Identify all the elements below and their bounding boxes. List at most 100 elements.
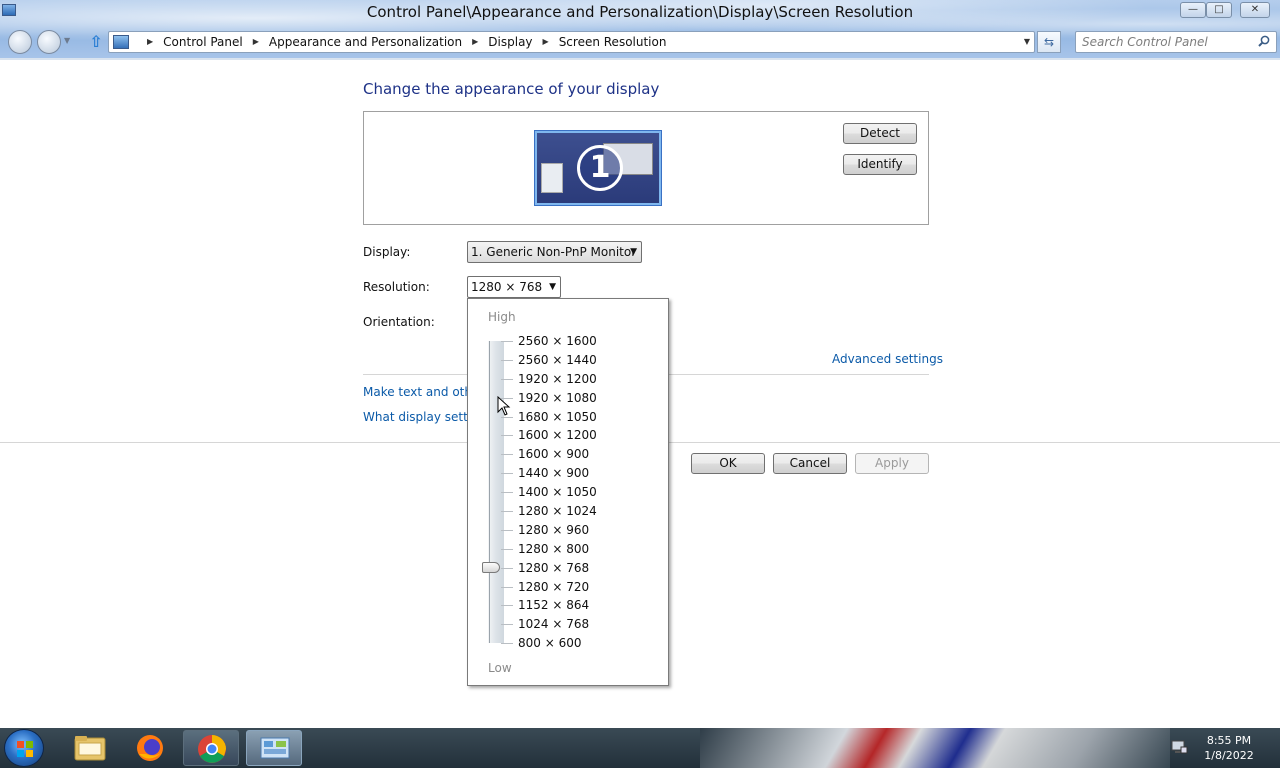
slider-tick — [501, 605, 513, 607]
chevron-down-icon: ▼ — [630, 247, 637, 257]
resolution-option-label: 1400 × 1050 — [518, 485, 597, 500]
display-select[interactable]: 1. Generic Non-PnP Monitor ▼ — [467, 241, 642, 263]
chevron-right-icon[interactable]: ▶ — [147, 37, 153, 51]
chrome-icon — [198, 735, 226, 763]
ok-button[interactable]: OK — [691, 453, 765, 474]
orientation-label: Orientation: — [363, 315, 435, 329]
monitor-window-icon — [541, 163, 563, 193]
display-label: Display: — [363, 245, 411, 259]
page-title: Change the appearance of your display — [363, 80, 660, 98]
slider-tick — [501, 378, 513, 380]
resolution-option[interactable]: 1280 × 768 — [498, 559, 658, 578]
clock-date: 1/8/2022 — [1204, 749, 1254, 762]
address-bar[interactable]: ▶ Control Panel ▶ Appearance and Persona… — [108, 31, 1035, 53]
resolution-option[interactable]: 1680 × 1050 — [498, 408, 658, 427]
resolution-label: Resolution: — [363, 280, 430, 294]
resolution-option[interactable]: 1440 × 900 — [498, 464, 658, 483]
resolution-option-label: 2560 × 1600 — [518, 334, 597, 348]
resolution-option[interactable]: 800 × 600 — [498, 634, 658, 653]
resolution-option-label: 800 × 600 — [518, 636, 582, 651]
address-dropdown-icon[interactable]: ▼ — [1024, 37, 1030, 46]
folder-icon — [74, 736, 106, 761]
slider-tick — [501, 548, 513, 550]
high-label: High — [488, 310, 516, 324]
resolution-option-label: 1920 × 1080 — [518, 390, 597, 405]
resolution-option-label: 1280 × 960 — [518, 522, 590, 537]
resolution-select[interactable]: 1280 × 768 ▼ — [467, 276, 561, 298]
search-icon[interactable] — [1258, 35, 1270, 47]
cancel-button[interactable]: Cancel — [773, 453, 847, 474]
resolution-option[interactable]: 1600 × 1200 — [498, 426, 658, 445]
taskbar-chrome-button[interactable] — [183, 730, 239, 766]
network-tray-icon[interactable] — [1170, 738, 1188, 756]
resolution-option[interactable]: 1152 × 864 — [498, 596, 658, 615]
back-button[interactable] — [8, 30, 32, 54]
resolution-option[interactable]: 1280 × 960 — [498, 521, 658, 540]
detect-button[interactable]: Detect — [843, 123, 917, 144]
resolution-option-label: 2560 × 1440 — [518, 352, 597, 367]
resolution-dropdown[interactable]: High 2560 × 1600 2560 × 1440 1920 × 1200 19… — [467, 298, 669, 686]
resolution-option[interactable]: 1920 × 1080 — [498, 389, 658, 408]
taskbar-firefox-button[interactable] — [122, 730, 178, 766]
resolution-option[interactable]: 2560 × 1440 — [498, 351, 658, 370]
display-preview-panel: 1 Detect Identify — [363, 111, 929, 225]
slider-tick — [501, 624, 513, 626]
resolution-option-label: 1920 × 1200 — [518, 371, 597, 386]
resolution-option[interactable]: 1400 × 1050 — [498, 483, 658, 502]
title-bar: Control Panel\Appearance and Personaliza… — [0, 0, 1280, 60]
close-button[interactable]: ✕ — [1240, 2, 1270, 18]
toolbar-divider — [0, 58, 1280, 60]
navigation-bar: ▼ ⇧ ▶ Control Panel ▶ Appearance and Per… — [0, 28, 1280, 58]
breadcrumb-control-panel[interactable]: Control Panel — [163, 35, 243, 49]
start-button[interactable] — [4, 729, 44, 767]
taskbar-control-panel-button[interactable] — [246, 730, 302, 766]
breadcrumb-display[interactable]: Display — [488, 35, 532, 49]
wallpaper-strip — [700, 728, 1170, 768]
monitor-number-badge: 1 — [577, 145, 623, 191]
up-arrow-icon[interactable]: ⇧ — [87, 32, 105, 52]
chevron-right-icon[interactable]: ▶ — [543, 37, 549, 51]
resolution-option[interactable]: 1280 × 800 — [498, 540, 658, 559]
breadcrumb-screen-resolution[interactable]: Screen Resolution — [559, 35, 667, 49]
chevron-right-icon[interactable]: ▶ — [472, 37, 478, 51]
resolution-option-label: 1440 × 900 — [518, 466, 590, 481]
taskbar: 8:55 PM 1/8/2022 — [0, 728, 1280, 768]
advanced-settings-link[interactable]: Advanced settings — [832, 352, 943, 366]
resolution-option-label: 1024 × 768 — [518, 617, 590, 632]
slider-tick — [501, 435, 513, 437]
forward-button[interactable] — [37, 30, 61, 54]
system-clock[interactable]: 8:55 PM 1/8/2022 — [1190, 733, 1268, 763]
resolution-option-label: 1152 × 864 — [518, 598, 590, 613]
search-box[interactable] — [1075, 31, 1277, 53]
slider-tick — [501, 529, 513, 531]
taskbar-explorer-button[interactable] — [62, 730, 118, 766]
slider-tick — [501, 341, 513, 342]
display-select-value: 1. Generic Non-PnP Monitor — [471, 245, 637, 259]
breadcrumb-appearance[interactable]: Appearance and Personalization — [269, 35, 462, 49]
slider-tick — [501, 586, 513, 588]
resolution-option[interactable]: 1024 × 768 — [498, 615, 658, 634]
mouse-cursor-icon — [497, 396, 511, 416]
resolution-select-value: 1280 × 768 — [471, 280, 543, 294]
resolution-option[interactable]: 1600 × 900 — [498, 445, 658, 464]
control-panel-icon — [260, 737, 290, 759]
clock-time: 8:55 PM — [1206, 734, 1252, 747]
recent-pages-dropdown-icon[interactable]: ▼ — [64, 36, 70, 45]
maximize-button[interactable]: □ — [1206, 2, 1232, 18]
identify-button[interactable]: Identify — [843, 154, 917, 175]
refresh-button[interactable]: ⇆ — [1037, 31, 1061, 53]
resolution-option-label: 1280 × 800 — [518, 541, 590, 556]
resolution-option[interactable]: 1280 × 1024 — [498, 502, 658, 521]
slider-tick — [501, 473, 513, 475]
resolution-option[interactable]: 2560 × 1600 — [498, 332, 658, 351]
resolution-option[interactable]: 1280 × 720 — [498, 578, 658, 597]
minimize-button[interactable]: — — [1180, 2, 1206, 18]
search-input[interactable] — [1082, 33, 1252, 51]
resolution-option[interactable]: 1920 × 1200 — [498, 370, 658, 389]
resolution-option-label: 1280 × 1024 — [518, 504, 597, 519]
monitor-1-thumbnail[interactable]: 1 — [535, 131, 661, 205]
chevron-down-icon: ▼ — [549, 282, 556, 292]
resolution-option-label: 1600 × 1200 — [518, 428, 597, 443]
chevron-right-icon[interactable]: ▶ — [253, 37, 259, 51]
firefox-icon — [137, 735, 163, 761]
